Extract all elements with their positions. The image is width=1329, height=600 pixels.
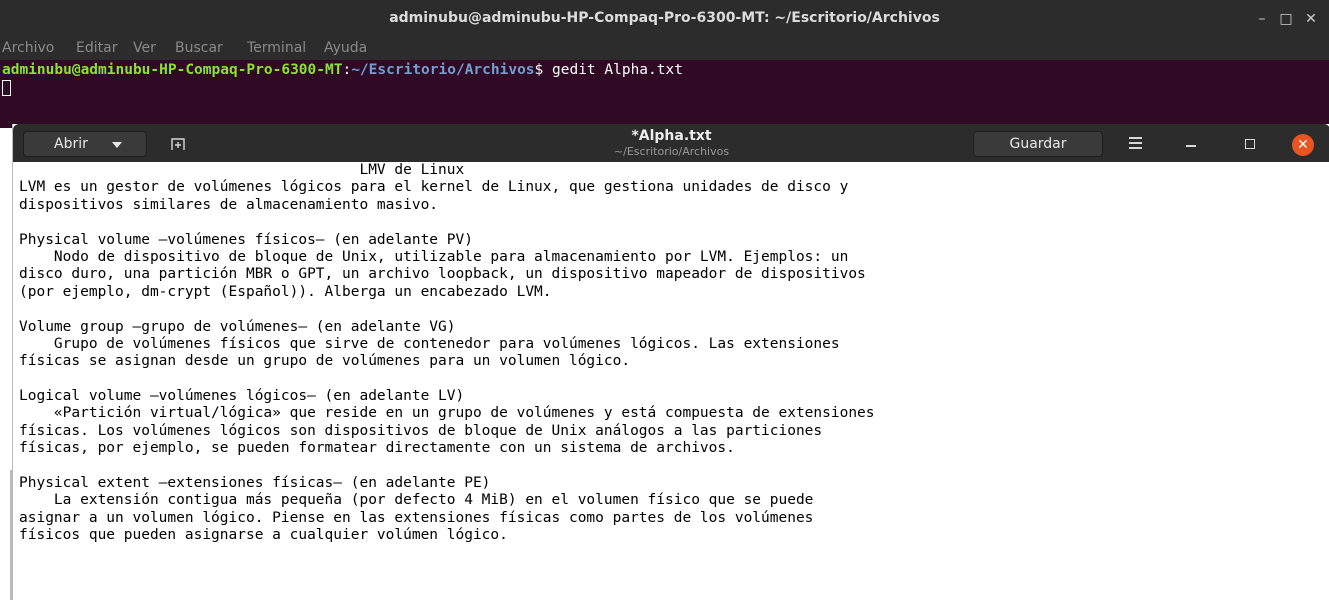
text-line: LVM es un gestor de volúmenes lógicos pa… bbox=[19, 179, 849, 196]
text-editor[interactable]: LMV de Linux LVM es un gestor de volúmene… bbox=[19, 162, 1319, 600]
text-line: «Partición virtual/lógica» que reside en… bbox=[19, 405, 875, 422]
terminal-menubar: Archivo Editar Ver Buscar Terminal Ayuda bbox=[0, 38, 1329, 60]
prompt-separator: : bbox=[342, 62, 352, 78]
maximize-icon[interactable] bbox=[1239, 133, 1261, 153]
text-line: LMV de Linux bbox=[19, 162, 465, 178]
text-line: Grupo de volúmenes físicos que sirve de … bbox=[19, 335, 840, 352]
text-line: Physical volume —volúmenes físicos— (en … bbox=[19, 231, 473, 248]
text-line bbox=[19, 301, 1319, 318]
hamburger-menu-icon[interactable] bbox=[1125, 133, 1147, 153]
terminal-maximize-button[interactable]: □ bbox=[1275, 8, 1297, 30]
menu-ver[interactable]: Ver bbox=[133, 40, 156, 56]
text-line: físicas. Los volúmenes lógicos son dispo… bbox=[19, 422, 823, 439]
terminal-titlebar[interactable]: adminubu@adminubu-HP-Compaq-Pro-6300-MT:… bbox=[0, 0, 1329, 38]
left-edge-marker bbox=[10, 470, 13, 600]
menu-editar[interactable]: Editar bbox=[76, 40, 117, 56]
terminal-title: adminubu@adminubu-HP-Compaq-Pro-6300-MT:… bbox=[389, 10, 940, 26]
text-line: asignar a un volumen lógico. Piense en l… bbox=[19, 509, 814, 526]
gedit-headerbar[interactable]: Abrir *Alpha.txt ~/Escritorio/Archivos G… bbox=[13, 124, 1329, 162]
terminal-output[interactable]: adminubu@adminubu-HP-Compaq-Pro-6300-MT:… bbox=[0, 60, 1329, 128]
text-line bbox=[19, 458, 1319, 475]
terminal-window: adminubu@adminubu-HP-Compaq-Pro-6300-MT:… bbox=[0, 0, 1329, 128]
text-line: disco duro, una partición MBR o GPT, un … bbox=[19, 266, 866, 283]
prompt-symbol: $ bbox=[534, 62, 552, 78]
menu-archivo[interactable]: Archivo bbox=[2, 40, 54, 56]
text-line: Nodo de dispositivo de bloque de Unix, u… bbox=[19, 248, 849, 265]
prompt-path: ~/Escritorio/Archivos bbox=[351, 62, 535, 78]
menu-terminal[interactable]: Terminal bbox=[247, 40, 306, 56]
text-line: La extensión contigua más pequeña (por d… bbox=[19, 492, 814, 509]
menu-buscar[interactable]: Buscar bbox=[175, 40, 223, 56]
prompt-line: adminubu@adminubu-HP-Compaq-Pro-6300-MT:… bbox=[2, 62, 683, 78]
terminal-cursor bbox=[2, 80, 11, 96]
prompt-user: adminubu@adminubu-HP-Compaq-Pro-6300-MT bbox=[2, 62, 343, 78]
text-line: físicas se asignan desde un grupo de vol… bbox=[19, 353, 631, 370]
close-icon[interactable]: ✕ bbox=[1292, 134, 1314, 156]
save-button[interactable]: Guardar bbox=[973, 131, 1103, 157]
text-line: Volume group —grupo de volúmenes— (en ad… bbox=[19, 318, 456, 335]
text-line: (por ejemplo, dm-crypt (Español)). Alber… bbox=[19, 283, 552, 300]
text-line: dispositivos similares de almacenamiento… bbox=[19, 196, 439, 213]
menu-ayuda[interactable]: Ayuda bbox=[324, 40, 367, 56]
text-line: Logical volume —volúmenes lógicos— (en a… bbox=[19, 388, 465, 405]
text-line: físicas, por ejemplo, se pueden formatea… bbox=[19, 440, 735, 457]
text-line bbox=[19, 371, 1319, 388]
minimize-icon[interactable] bbox=[1180, 133, 1202, 153]
text-line bbox=[19, 214, 1319, 231]
command-text: gedit Alpha.txt bbox=[552, 62, 683, 78]
text-line: físicos que pueden asignarse a cualquier… bbox=[19, 527, 508, 544]
terminal-minimize-button[interactable]: – bbox=[1251, 8, 1273, 30]
text-line: Physical extent —extensiones físicas— (e… bbox=[19, 475, 491, 492]
gedit-window: Abrir *Alpha.txt ~/Escritorio/Archivos G… bbox=[12, 124, 1329, 600]
terminal-close-button[interactable]: ✕ bbox=[1300, 8, 1322, 30]
